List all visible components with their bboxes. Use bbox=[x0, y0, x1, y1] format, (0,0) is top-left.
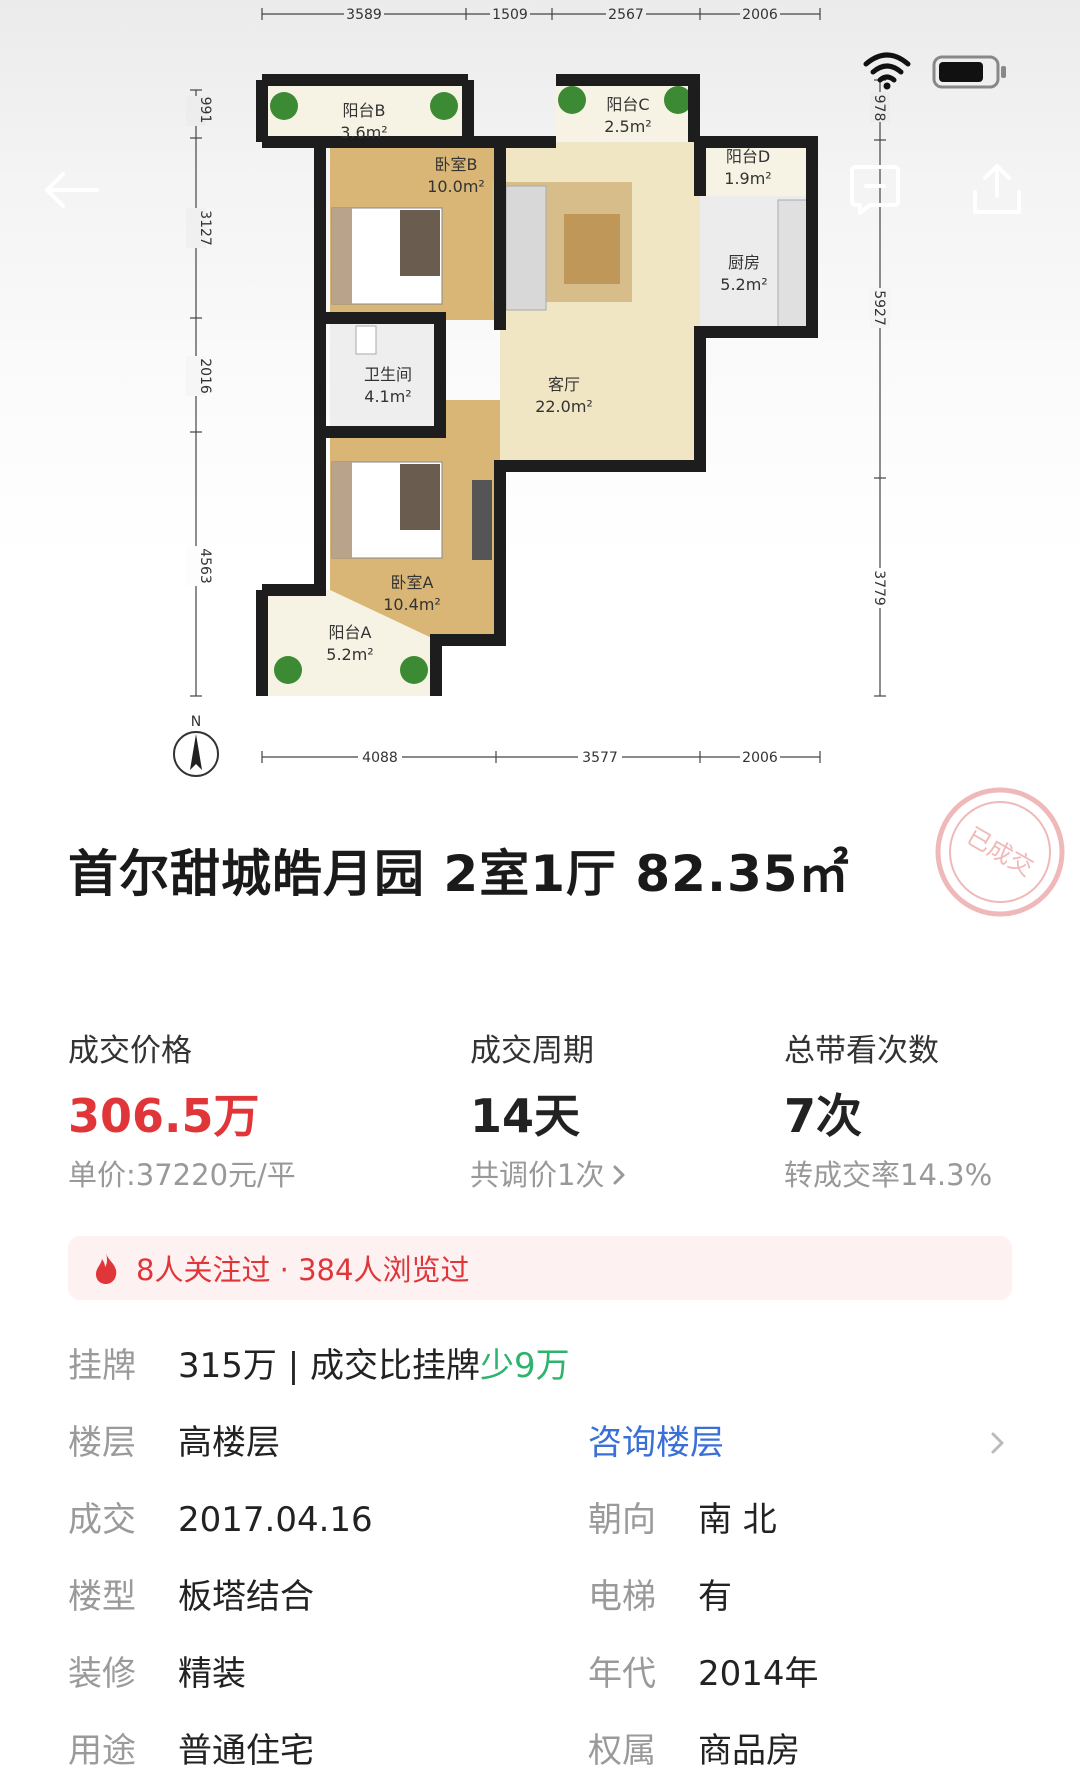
price-adjust-link[interactable]: 共调价1次 bbox=[470, 1154, 626, 1196]
arrow-left-icon bbox=[45, 172, 99, 208]
detail-floor-value: 高楼层 bbox=[178, 1423, 280, 1463]
detail-label: 电梯 bbox=[588, 1577, 656, 1617]
stat-views: 总带看次数 7次 转成交率14.3% bbox=[784, 1030, 992, 1196]
stat-cycle-sub: 共调价1次 bbox=[470, 1158, 605, 1192]
stat-price-value: 306.5万 bbox=[68, 1089, 260, 1143]
attention-text: 8人关注过 · 384人浏览过 bbox=[136, 1253, 470, 1287]
dim-right-1: 978 bbox=[871, 95, 887, 122]
detail-orient-row: 朝向 南 北 bbox=[588, 1496, 777, 1544]
room-name-living: 客厅 bbox=[548, 375, 580, 394]
detail-label: 成交 bbox=[68, 1500, 136, 1540]
detail-floor-row: 楼层 高楼层 bbox=[68, 1419, 280, 1467]
share-button[interactable] bbox=[962, 155, 1032, 225]
wifi-icon bbox=[863, 52, 911, 90]
battery-icon bbox=[932, 55, 1006, 89]
detail-decor-value: 精装 bbox=[178, 1654, 246, 1694]
chevron-right-icon bbox=[613, 1165, 625, 1185]
room-area-balcony-a: 5.2m² bbox=[326, 645, 373, 664]
dim-top-4: 2006 bbox=[742, 7, 778, 23]
detail-owner-row: 权属 商品房 bbox=[588, 1727, 800, 1775]
dim-left-4: 4563 bbox=[197, 548, 213, 584]
dim-bottom-1: 4088 bbox=[362, 750, 398, 766]
detail-orient-value: 南 北 bbox=[698, 1500, 777, 1540]
room-area-bathroom: 4.1m² bbox=[364, 387, 411, 406]
dim-right-3: 3779 bbox=[871, 570, 887, 606]
listing-title: 首尔甜城皓月园 2室1厅 82.35㎡ bbox=[68, 845, 850, 903]
detail-owner-value: 商品房 bbox=[698, 1731, 800, 1771]
dim-left-1: 991 bbox=[197, 97, 213, 124]
room-name-balcony-d: 阳台D bbox=[726, 147, 770, 166]
comment-icon bbox=[850, 165, 900, 215]
detail-year-row: 年代 2014年 bbox=[588, 1650, 819, 1698]
room-area-balcony-b: 3.6m² bbox=[340, 123, 387, 142]
stat-price: 成交价格 306.5万 单价:37220元/平 bbox=[68, 1030, 296, 1196]
stat-cycle[interactable]: 成交周期 14天 共调价1次 bbox=[470, 1030, 626, 1196]
stat-views-label: 总带看次数 bbox=[784, 1033, 939, 1069]
detail-type-value: 板塔结合 bbox=[178, 1577, 314, 1617]
stat-cycle-value: 14天 bbox=[470, 1089, 581, 1143]
room-name-bedroom-b: 卧室B bbox=[435, 155, 478, 174]
room-area-balcony-c: 2.5m² bbox=[604, 117, 651, 136]
detail-usage-row: 用途 普通住宅 bbox=[68, 1727, 314, 1775]
room-name-balcony-a: 阳台A bbox=[329, 623, 372, 642]
detail-usage-value: 普通住宅 bbox=[178, 1731, 314, 1771]
dim-bottom-3: 2006 bbox=[742, 750, 778, 766]
stamp-text: 已成交 bbox=[962, 822, 1038, 882]
fire-icon bbox=[96, 1253, 117, 1284]
detail-elevator-value: 有 bbox=[698, 1577, 732, 1617]
detail-label: 权属 bbox=[588, 1731, 656, 1771]
room-name-bathroom: 卫生间 bbox=[364, 365, 412, 384]
detail-label: 朝向 bbox=[588, 1500, 656, 1540]
dim-top-1: 3589 bbox=[346, 7, 382, 23]
detail-elevator-row: 电梯 有 bbox=[588, 1573, 732, 1621]
dim-bottom-2: 3577 bbox=[582, 750, 618, 766]
detail-label: 楼型 bbox=[68, 1577, 136, 1617]
room-area-bedroom-b: 10.0m² bbox=[427, 177, 485, 196]
detail-listing-value: 315万 | 成交比挂牌 bbox=[178, 1346, 480, 1386]
stat-cycle-label: 成交周期 bbox=[470, 1033, 594, 1069]
dim-right-2: 5927 bbox=[871, 290, 887, 326]
sold-stamp-icon: 已成交 bbox=[935, 787, 1065, 917]
detail-label: 用途 bbox=[68, 1731, 136, 1771]
detail-listing-row: 挂牌 315万 | 成交比挂牌少9万 bbox=[68, 1342, 570, 1390]
stat-price-label: 成交价格 bbox=[68, 1033, 192, 1069]
room-area-balcony-d: 1.9m² bbox=[724, 169, 771, 188]
room-name-balcony-b: 阳台B bbox=[343, 101, 386, 120]
dim-top-2: 1509 bbox=[492, 7, 528, 23]
detail-decor-row: 装修 精装 bbox=[68, 1650, 246, 1698]
dim-left-3: 2016 bbox=[197, 358, 213, 394]
comment-button[interactable] bbox=[840, 155, 910, 225]
room-name-bedroom-a: 卧室A bbox=[391, 573, 434, 592]
dim-left-2: 3127 bbox=[197, 210, 213, 246]
detail-label: 楼层 bbox=[68, 1423, 136, 1463]
room-area-kitchen: 5.2m² bbox=[720, 275, 767, 294]
attention-banner: 8人关注过 · 384人浏览过 bbox=[68, 1236, 1012, 1300]
stat-views-value: 7次 bbox=[784, 1089, 863, 1143]
dim-top-3: 2567 bbox=[608, 7, 644, 23]
detail-listing-diff: 少9万 bbox=[479, 1346, 570, 1386]
share-icon bbox=[973, 164, 1021, 214]
stat-views-sub: 转成交率14.3% bbox=[784, 1158, 993, 1192]
room-area-living: 22.0m² bbox=[535, 397, 593, 416]
back-button[interactable] bbox=[36, 155, 106, 225]
room-name-balcony-c: 阳台C bbox=[606, 95, 649, 114]
detail-label: 年代 bbox=[588, 1654, 656, 1694]
compass-label: N bbox=[191, 714, 201, 730]
consult-floor-link[interactable]: 咨询楼层 bbox=[588, 1419, 724, 1467]
detail-label: 装修 bbox=[68, 1654, 136, 1694]
detail-year-value: 2014年 bbox=[698, 1654, 819, 1694]
room-area-bedroom-a: 10.4m² bbox=[383, 595, 441, 614]
chevron-right-icon[interactable] bbox=[988, 1428, 1008, 1458]
detail-deal-value: 2017.04.16 bbox=[178, 1500, 373, 1540]
floor-plan-area: 3589 1509 2567 2006 991 3127 2016 4563 9… bbox=[0, 0, 1080, 800]
detail-deal-row: 成交 2017.04.16 bbox=[68, 1496, 373, 1544]
compass-icon bbox=[173, 731, 219, 777]
detail-type-row: 楼型 板塔结合 bbox=[68, 1573, 314, 1621]
detail-label: 挂牌 bbox=[68, 1346, 136, 1386]
stat-price-sub: 单价:37220元/平 bbox=[68, 1158, 296, 1192]
room-name-kitchen: 厨房 bbox=[728, 253, 760, 272]
floor-plan-image: 3589 1509 2567 2006 991 3127 2016 4563 9… bbox=[173, 4, 890, 777]
